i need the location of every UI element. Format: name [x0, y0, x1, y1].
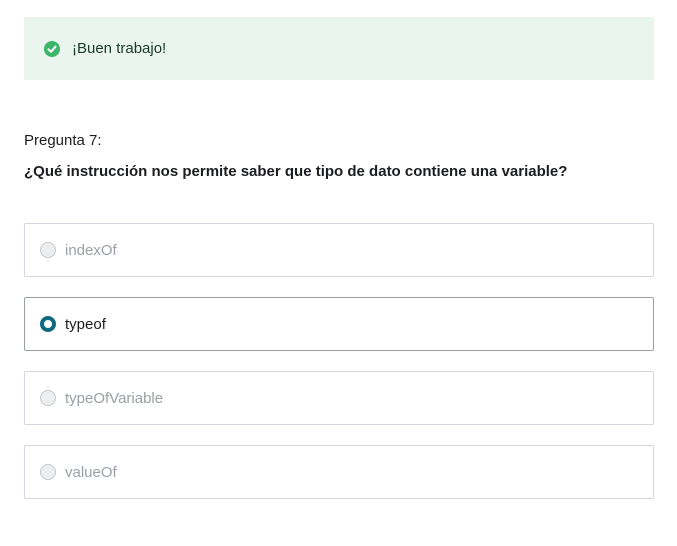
- question-text: ¿Qué instrucción nos permite saber que t…: [24, 163, 568, 180]
- quiz-page: ¡Buen trabajo! Pregunta 7: ¿Qué instrucc…: [0, 0, 677, 546]
- radio-button[interactable]: [40, 390, 56, 406]
- answer-label: valueOf: [65, 463, 117, 481]
- answer-option-typeof[interactable]: typeof: [24, 297, 654, 351]
- answer-label: indexOf: [65, 241, 117, 259]
- success-message: ¡Buen trabajo!: [72, 40, 167, 57]
- question-number: Pregunta 7:: [24, 132, 102, 149]
- answer-label: typeof: [65, 315, 106, 333]
- answer-label: typeOfVariable: [65, 389, 164, 407]
- radio-button[interactable]: [40, 242, 56, 258]
- success-alert: ¡Buen trabajo!: [24, 17, 654, 80]
- radio-button-selected[interactable]: [40, 316, 56, 332]
- answer-option-indexof[interactable]: indexOf: [24, 223, 654, 277]
- check-circle-icon: [44, 40, 60, 57]
- radio-button[interactable]: [40, 464, 56, 480]
- answer-option-valueof[interactable]: valueOf: [24, 445, 654, 499]
- answer-option-typeofvariable[interactable]: typeOfVariable: [24, 371, 654, 425]
